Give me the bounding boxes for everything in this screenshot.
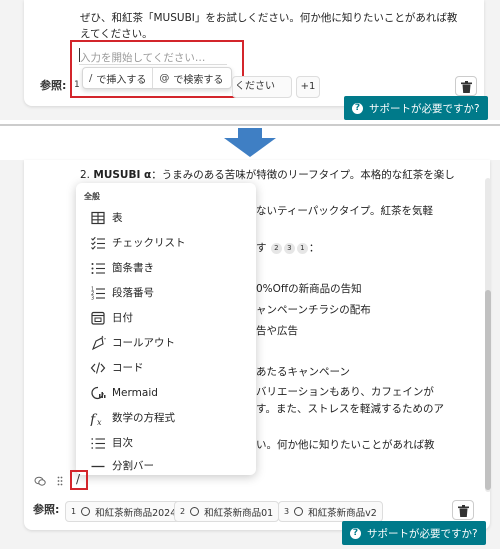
divider-icon <box>91 465 105 467</box>
menu-item-divider[interactable]: 分割バー <box>76 453 256 478</box>
behind-text-line: 告や広告 <box>256 325 298 337</box>
reference-title: 和紅茶新商品v2 <box>308 507 377 519</box>
code-icon <box>90 361 106 374</box>
reference-title: 和紅茶新商品01 <box>204 507 274 519</box>
menu-item-code[interactable]: コード <box>76 355 256 380</box>
reference-title: 和紅茶新商品2024 <box>95 507 177 519</box>
toc-icon <box>91 437 105 449</box>
help-button-label: サポートが必要ですか? <box>367 527 478 540</box>
footnote-badge[interactable]: 1 <box>296 242 308 254</box>
behind-text-line: 0%Offの新商品の告知 <box>256 283 362 295</box>
menu-item-label: 箇条書き <box>112 262 154 274</box>
behind-text-line: す 2 3 1： <box>256 241 319 255</box>
menu-item-label: Mermaid <box>112 386 158 399</box>
more-references-label: +1 <box>300 81 316 92</box>
clear-button-top[interactable] <box>455 76 477 96</box>
reference-chip[interactable]: 3 和紅茶新商品v2 <box>278 501 383 522</box>
trash-icon <box>461 81 472 93</box>
menu-item-callout[interactable]: コールアウト <box>76 330 256 355</box>
menu-item-bullet-list[interactable]: 箇条書き <box>76 255 256 280</box>
list-item-number: 2. <box>80 169 91 181</box>
behind-text-line: ャンペーンチラシの配布 <box>256 304 371 316</box>
footnote-badge[interactable]: 2 <box>270 242 282 254</box>
menu-item-label: 日付 <box>112 312 133 324</box>
reference-chip-top[interactable]: ください <box>232 76 292 98</box>
list-item-title: MUSUBI α <box>93 169 152 181</box>
question-icon: ? <box>350 527 361 539</box>
menu-section-header: 全般 <box>84 192 100 201</box>
checklist-icon <box>91 236 105 250</box>
callout-icon <box>91 335 106 350</box>
behind-colon: ： <box>308 242 320 254</box>
mermaid-icon <box>91 386 106 399</box>
top-message-line1: ぜひ、和紅茶「MUSUBI」をお試しください。何か他に知りたいことがあれば教 <box>80 12 458 24</box>
numbered-list-icon: 123 <box>91 286 105 301</box>
behind-text-line: バリエーションもあり、カフェインが <box>256 386 434 398</box>
menu-item-math[interactable]: fx 数学の方程式 <box>76 405 256 430</box>
behind-text-line: す。また、ストレスを軽減するためのア <box>256 403 444 415</box>
top-message: ぜひ、和紅茶「MUSUBI」をお試しください。何か他に知りたいことがあれば教 え… <box>80 10 460 42</box>
help-button-label: サポートが必要ですか? <box>369 102 480 115</box>
scrollbar-thumb[interactable] <box>485 290 491 490</box>
svg-text:x: x <box>97 418 102 426</box>
menu-item-label: チェックリスト <box>112 237 186 249</box>
menu-item-label: 段落番号 <box>112 287 154 299</box>
calendar-icon <box>91 311 105 325</box>
bullet-list-icon <box>91 262 105 274</box>
reference-number: 1 <box>71 507 77 516</box>
menu-item-checklist[interactable]: チェックリスト <box>76 230 256 255</box>
list-item-musubi-alpha: 2. MUSUBI α：うまみのある苦味が特徴のリーフタイプ。本格的な紅茶を楽し <box>80 168 455 182</box>
drag-handle-icon[interactable] <box>57 476 63 486</box>
behind-text-fragment: す <box>256 242 267 254</box>
menu-item-label: コード <box>112 362 144 374</box>
globe-icon <box>294 507 304 516</box>
reference-number: 3 <box>284 507 290 516</box>
highlight-box-top <box>70 40 244 98</box>
footnote-badge[interactable]: 3 <box>283 242 295 254</box>
menu-item-label: 分割バー <box>112 460 154 472</box>
behind-text-line: い。何か他に知りたいことがあれば教 <box>256 439 435 451</box>
highlight-box-bottom <box>70 470 88 490</box>
help-button-top[interactable]: ? サポートが必要ですか? <box>344 96 488 120</box>
table-icon <box>91 211 105 224</box>
menu-item-label: コールアウト <box>112 337 175 349</box>
list-item-desc: ：うまみのある苦味が特徴のリーフタイプ。本格的な紅茶を楽し <box>151 169 455 181</box>
menu-item-date[interactable]: 日付 <box>76 305 256 330</box>
globe-icon <box>190 507 200 516</box>
behind-text-line: ないティーパックタイプ。紅茶を気軽 <box>256 205 434 217</box>
clear-button-bottom[interactable] <box>452 500 474 520</box>
down-arrow-icon <box>224 128 276 157</box>
help-button-bottom[interactable]: ? サポートが必要ですか? <box>342 521 486 545</box>
menu-item-numbered-list[interactable]: 123 段落番号 <box>76 280 256 305</box>
menu-item-mermaid[interactable]: Mermaid <box>76 380 256 405</box>
reference-num-top: 1 <box>74 80 80 90</box>
reference-number: 2 <box>180 507 186 516</box>
references-label-top: 参照: <box>40 79 67 92</box>
menu-item-label: 表 <box>112 212 123 224</box>
menu-item-table[interactable]: 表 <box>76 205 256 230</box>
references-label-bottom: 参照: <box>33 503 60 516</box>
section-divider <box>0 124 500 126</box>
reference-chip[interactable]: 2 和紅茶新商品01 <box>174 501 280 522</box>
insert-menu: 全般 表 チェックリスト 箇条書き 123 段落番号 日付 コールアウト コード… <box>76 183 256 475</box>
globe-icon <box>81 507 91 516</box>
question-icon: ? <box>352 102 363 114</box>
menu-item-toc[interactable]: 目次 <box>76 430 256 455</box>
reference-chip-top-label: ください <box>235 81 275 92</box>
menu-item-label: 目次 <box>112 437 133 449</box>
menu-item-label: 数学の方程式 <box>112 412 175 424</box>
chat-bubble-icon[interactable] <box>34 476 46 487</box>
behind-text-line: あたるキャンペーン <box>256 366 350 378</box>
svg-text:3: 3 <box>91 295 94 301</box>
math-icon: fx <box>90 412 102 426</box>
more-references-chip[interactable]: +1 <box>296 76 320 98</box>
trash-icon <box>458 505 469 517</box>
reference-chip[interactable]: 1 和紅茶新商品2024 <box>65 501 183 522</box>
